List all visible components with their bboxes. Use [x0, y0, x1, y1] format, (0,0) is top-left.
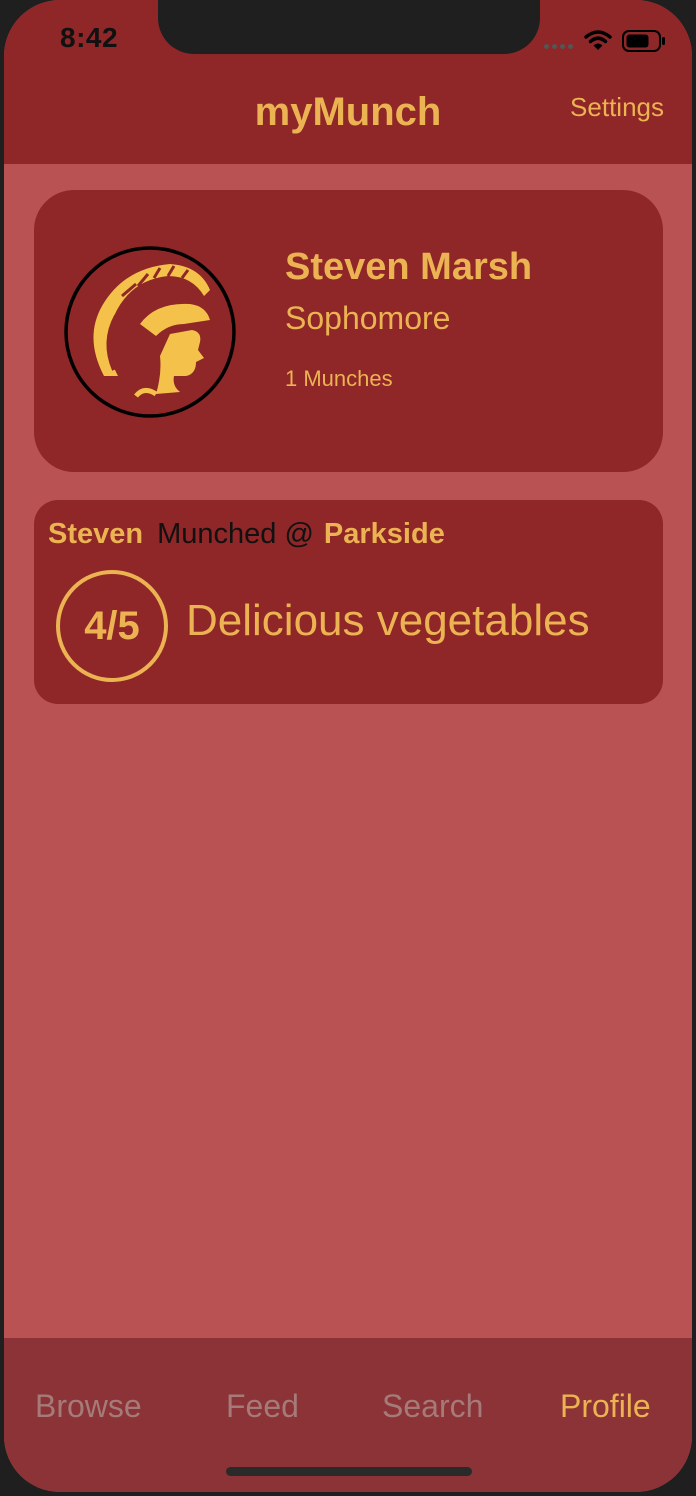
cellular-signal-icon: [544, 44, 573, 49]
trojan-helmet-icon[interactable]: [64, 246, 236, 418]
tab-feed[interactable]: Feed: [226, 1388, 299, 1425]
rating-badge: 4/5: [56, 570, 168, 682]
post-location: Parkside: [323, 518, 445, 550]
post-header: Steven Munched @ Parkside: [48, 518, 445, 551]
munch-post-card[interactable]: Steven Munched @ Parkside 4/5 Delicious ve…: [34, 500, 663, 704]
post-action: Munched @: [157, 518, 314, 550]
status-bar: 8:42: [4, 0, 692, 84]
profile-year: Sophomore: [285, 300, 451, 336]
profile-name: Steven Marsh: [285, 246, 533, 288]
profile-card: Steven Marsh Sophomore 1 Munches: [34, 190, 663, 472]
post-username: Steven: [48, 518, 144, 550]
status-time: 8:42: [60, 22, 119, 53]
settings-button[interactable]: Settings: [570, 92, 664, 123]
tab-browse[interactable]: Browse: [35, 1388, 142, 1425]
post-review-text: Delicious vegetables: [186, 596, 590, 645]
home-indicator[interactable]: [226, 1467, 472, 1476]
phone-screen: 8:42 myMunch Settings Steven Marsh Sopho…: [4, 0, 692, 1492]
tab-search[interactable]: Search: [382, 1388, 483, 1425]
munch-count: 1 Munches: [285, 366, 393, 391]
navigation-bar: myMunch Settings: [4, 84, 692, 164]
notch: [158, 0, 540, 54]
tab-profile[interactable]: Profile: [560, 1388, 651, 1425]
battery-icon: [622, 30, 665, 52]
wifi-icon: [584, 30, 612, 50]
